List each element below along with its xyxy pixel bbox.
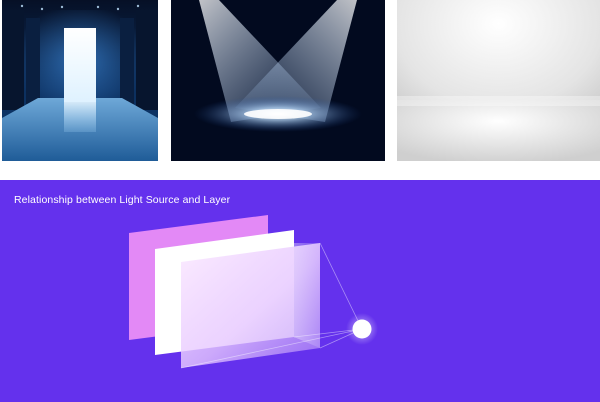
front-layer-edge [294, 243, 320, 348]
diagram-title: Relationship between Light Source and La… [14, 194, 231, 206]
runway-stage-image [2, 0, 158, 161]
spotlights-image [171, 0, 385, 161]
light-source [352, 319, 372, 339]
light-layer-diagram: Relationship between Light Source and La… [0, 180, 600, 402]
diagram-canvas [0, 180, 600, 402]
studio-backdrop-image [397, 0, 600, 161]
page: Relationship between Light Source and La… [0, 0, 600, 402]
